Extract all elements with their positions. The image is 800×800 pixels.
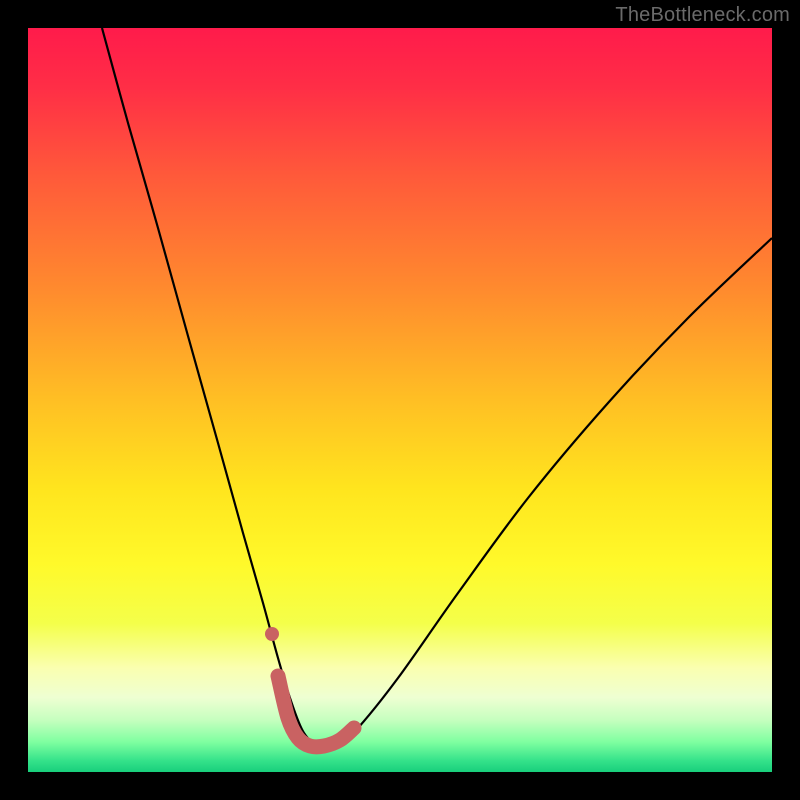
curve-path bbox=[102, 28, 772, 749]
watermark-text: TheBottleneck.com bbox=[615, 4, 790, 27]
highlight-start-dot bbox=[265, 627, 279, 641]
highlight-path bbox=[278, 676, 354, 747]
bottleneck-curve bbox=[28, 28, 772, 772]
chart-frame bbox=[28, 28, 772, 772]
